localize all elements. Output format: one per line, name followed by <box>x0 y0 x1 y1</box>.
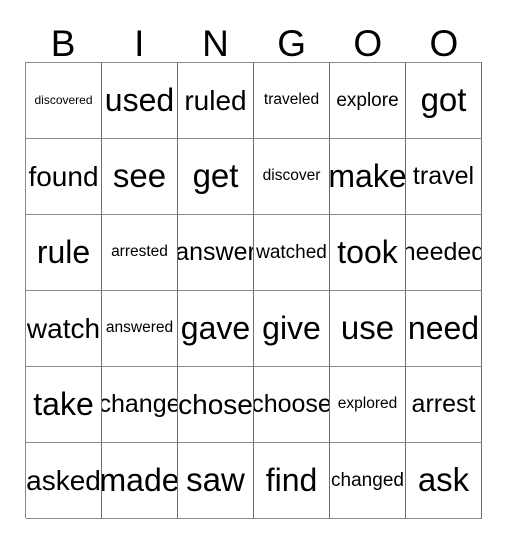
bingo-row: watch answered gave give use need <box>26 291 482 367</box>
bingo-cell-label: change <box>102 390 178 419</box>
bingo-cell-label: travel <box>412 162 475 191</box>
bingo-row: discovered used ruled traveled explore g… <box>26 63 482 139</box>
bingo-cell[interactable]: discover <box>254 139 330 215</box>
bingo-cell-label: gave <box>180 309 251 346</box>
bingo-cell[interactable]: choose <box>254 367 330 443</box>
bingo-cell-label: choose <box>254 390 330 419</box>
bingo-header-cell-1: B <box>25 18 101 62</box>
bingo-cell-label: rule <box>36 233 91 270</box>
bingo-cell-label: use <box>340 309 395 347</box>
bingo-cell[interactable]: made <box>102 443 178 519</box>
bingo-cell[interactable]: needed <box>406 215 482 291</box>
bingo-cell-label: arrest <box>411 390 476 419</box>
bingo-cell-label: saw <box>186 461 245 499</box>
bingo-cell-label: used <box>104 81 175 118</box>
bingo-cell[interactable]: explored <box>330 367 406 443</box>
bingo-cell-label: ask <box>417 461 470 499</box>
bingo-cell[interactable]: explore <box>330 63 406 139</box>
bingo-row: rule arrested answer watched took needed <box>26 215 482 291</box>
bingo-header-cell-3: N <box>177 18 253 62</box>
bingo-cell[interactable]: answer <box>178 215 254 291</box>
bingo-cell-label: arrested <box>111 243 168 261</box>
bingo-cell[interactable]: got <box>406 63 482 139</box>
bingo-cell-label: chose <box>178 388 253 420</box>
bingo-cell[interactable]: took <box>330 215 406 291</box>
bingo-cell-label: made <box>102 461 178 498</box>
bingo-cell-label: make <box>330 157 406 194</box>
bingo-cell-label: get <box>192 157 239 195</box>
bingo-cell-label: explore <box>336 89 399 111</box>
bingo-header-letter-n: N <box>202 23 229 64</box>
bingo-cell[interactable]: see <box>102 139 178 215</box>
bingo-cell-label: asked <box>26 464 101 496</box>
bingo-header-letter-b: B <box>50 23 76 64</box>
bingo-cell[interactable]: used <box>102 63 178 139</box>
bingo-cell[interactable]: watched <box>254 215 330 291</box>
bingo-header-cell-6: O <box>406 18 482 62</box>
bingo-cell-label: answered <box>105 319 174 337</box>
bingo-row: asked made saw find changed ask <box>26 443 482 519</box>
bingo-header-letter-o2: O <box>429 23 459 64</box>
bingo-cell-label: take <box>33 385 94 422</box>
bingo-cell-label: explored <box>337 395 398 413</box>
bingo-cell[interactable]: found <box>26 139 102 215</box>
bingo-cell[interactable]: make <box>330 139 406 215</box>
bingo-cell-label: need <box>407 309 480 346</box>
bingo-cell-label: got <box>420 81 467 119</box>
bingo-header-letters: B I N G O O <box>25 18 482 62</box>
bingo-cell-label: needed <box>406 238 482 267</box>
bingo-header-letter-i: I <box>134 23 145 64</box>
bingo-header-cell-5: O <box>330 18 406 62</box>
bingo-header-letter-g: G <box>277 23 306 64</box>
bingo-cell[interactable]: travel <box>406 139 482 215</box>
bingo-cell-label: give <box>262 309 321 346</box>
bingo-cell-label: find <box>265 461 318 498</box>
bingo-cell-label: discover <box>262 167 321 185</box>
bingo-cell[interactable]: change <box>102 367 178 443</box>
bingo-cell[interactable]: changed <box>330 443 406 519</box>
bingo-cell-label: watched <box>256 241 327 263</box>
bingo-grid: discovered used ruled traveled explore g… <box>25 62 482 519</box>
bingo-cell-label: traveled <box>263 91 320 109</box>
bingo-cell[interactable]: arrest <box>406 367 482 443</box>
bingo-cell[interactable]: give <box>254 291 330 367</box>
bingo-cell[interactable]: traveled <box>254 63 330 139</box>
bingo-cell[interactable]: chose <box>178 367 254 443</box>
bingo-cell[interactable]: rule <box>26 215 102 291</box>
bingo-cell[interactable]: arrested <box>102 215 178 291</box>
bingo-cell[interactable]: ruled <box>178 63 254 139</box>
bingo-cell[interactable]: need <box>406 291 482 367</box>
bingo-cell-label: see <box>112 157 167 195</box>
bingo-cell-label: answer <box>178 238 254 267</box>
bingo-cell[interactable]: gave <box>178 291 254 367</box>
bingo-row: found see get discover make travel <box>26 139 482 215</box>
bingo-row: take change chose choose explored arrest <box>26 367 482 443</box>
bingo-cell[interactable]: get <box>178 139 254 215</box>
bingo-card: B I N G O O discovered used ruled travel… <box>0 0 506 544</box>
bingo-cell-label: ruled <box>184 84 247 116</box>
bingo-cell[interactable]: saw <box>178 443 254 519</box>
bingo-cell-label: discovered <box>34 93 93 108</box>
bingo-cell-label: watch <box>26 312 101 344</box>
bingo-cell[interactable]: use <box>330 291 406 367</box>
bingo-header-cell-2: I <box>101 18 177 62</box>
bingo-cell-label: found <box>28 160 99 192</box>
bingo-header-cell-4: G <box>254 18 330 62</box>
bingo-cell[interactable]: take <box>26 367 102 443</box>
bingo-cell[interactable]: asked <box>26 443 102 519</box>
bingo-cell-label: took <box>337 233 398 270</box>
bingo-cell[interactable]: ask <box>406 443 482 519</box>
bingo-cell[interactable]: answered <box>102 291 178 367</box>
bingo-cell[interactable]: watch <box>26 291 102 367</box>
bingo-cell[interactable]: find <box>254 443 330 519</box>
bingo-cell[interactable]: discovered <box>26 63 102 139</box>
bingo-cell-label: changed <box>331 469 404 491</box>
bingo-header-letter-o1: O <box>353 23 383 64</box>
